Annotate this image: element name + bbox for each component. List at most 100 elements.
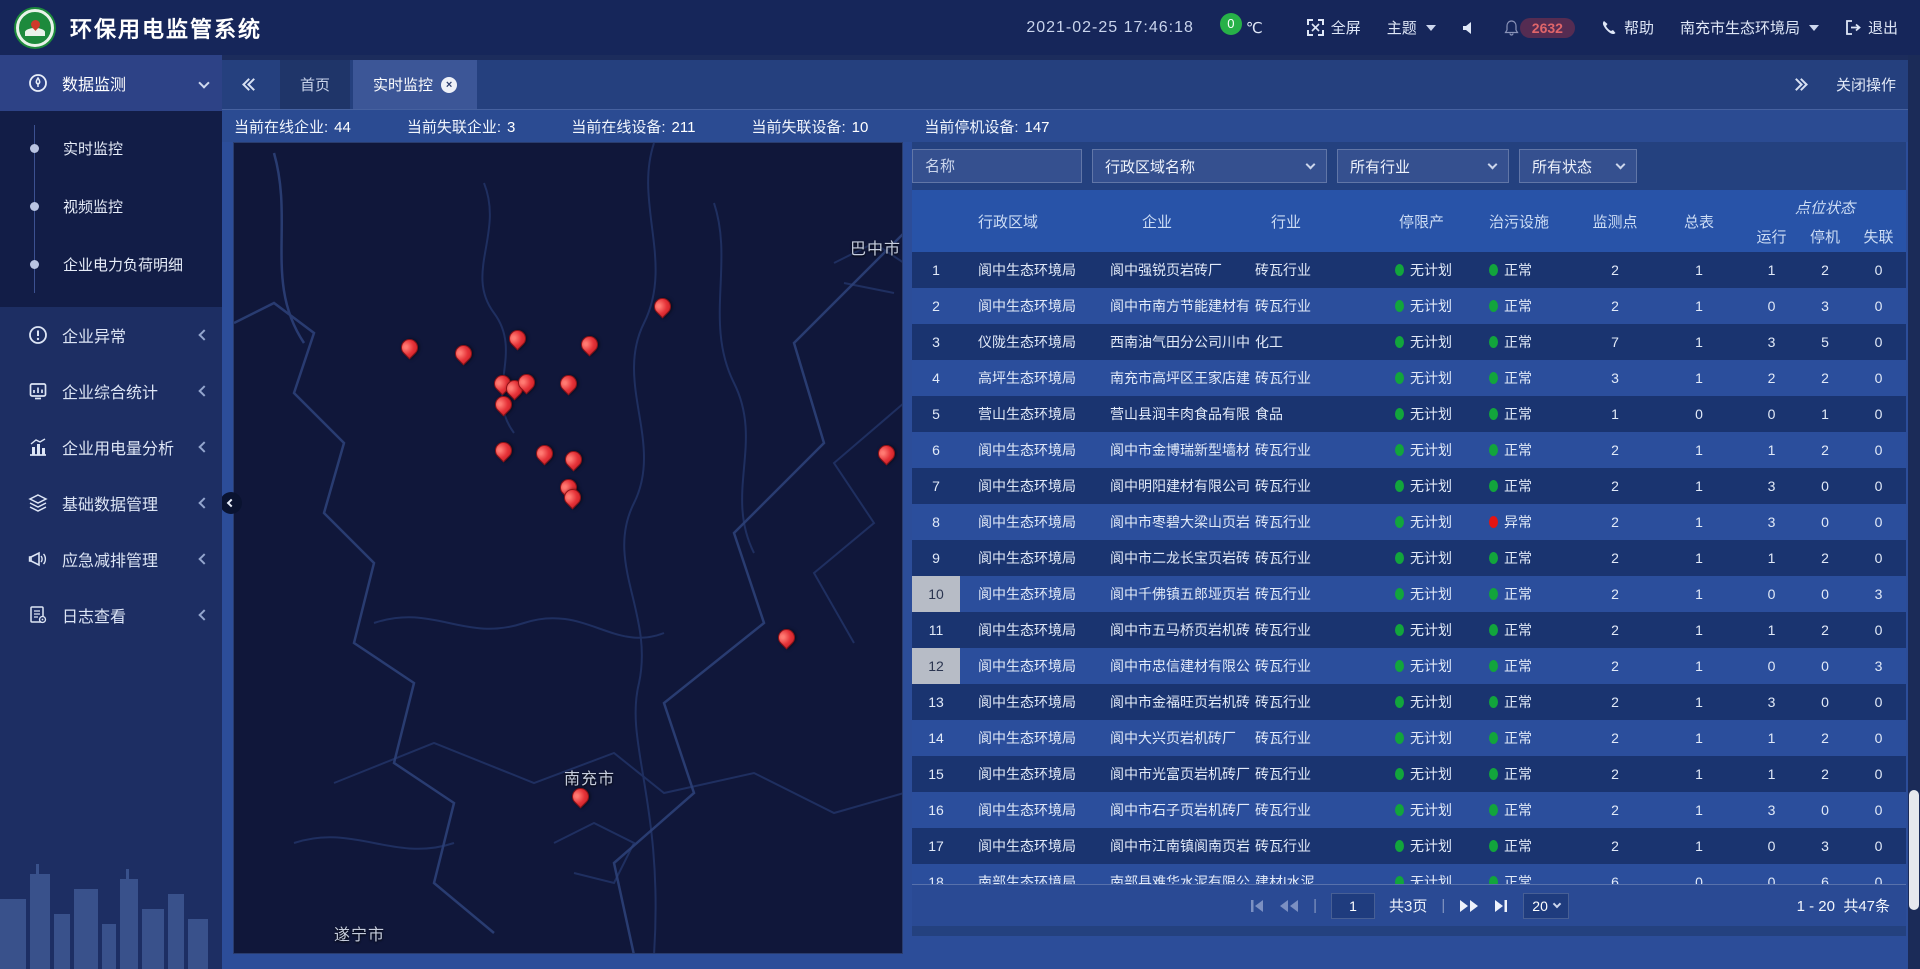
table-row[interactable]: 12阆中生态环境局阆中市忠信建材有限公砖瓦行业无计划正常21003 (912, 648, 1906, 684)
cell-industry: 砖瓦行业 (1253, 476, 1381, 496)
cell-company: 南部县难华水泥有限公 (1108, 872, 1253, 884)
sidebar-item-realtime-monitoring[interactable]: 实时监控 (0, 119, 222, 177)
sidebar-item-base-data[interactable]: 基础数据管理 (0, 475, 222, 531)
status-dot-icon (1489, 480, 1498, 492)
last-page-button[interactable] (1493, 899, 1509, 913)
tab-home[interactable]: 首页 (280, 60, 350, 109)
table-row[interactable]: 4高坪生态环境局南充市高坪区王家店建砖瓦行业无计划正常31220 (912, 360, 1906, 396)
close-icon[interactable]: × (441, 77, 457, 93)
sidebar-item-enterprise-statistics[interactable]: 企业综合统计 (0, 363, 222, 419)
map-pin[interactable] (505, 326, 529, 350)
cell-points: 2 (1576, 766, 1654, 782)
cell-meters: 1 (1654, 442, 1744, 458)
logout-button[interactable]: 退出 (1845, 17, 1898, 38)
cell-meters: 1 (1654, 334, 1744, 350)
map-pin[interactable] (577, 332, 601, 356)
table-row[interactable]: 7阆中生态环境局阆中明阳建材有限公司砖瓦行业无计划正常21300 (912, 468, 1906, 504)
map-pin[interactable] (650, 294, 674, 318)
tabs-scroll-left-button[interactable] (244, 80, 258, 89)
map-pin[interactable] (397, 335, 421, 359)
exit-icon (1845, 20, 1861, 35)
monitor-stats-icon (28, 381, 48, 401)
cell-facility-status: 正常 (1481, 692, 1576, 712)
first-page-button[interactable] (1249, 899, 1265, 913)
table-row[interactable]: 18南部生态环境局南部县难华水泥有限公建材|水泥无计划正常60060 (912, 864, 1906, 884)
main-area: 首页 实时监控 × 关闭操作 当前在线企业:44当前失联企业:3当前在线设备:2… (222, 55, 1920, 969)
help-button[interactable]: 帮助 (1601, 17, 1654, 38)
table-row[interactable]: 17阆中生态环境局阆中市江南镇阆南页岩砖瓦行业无计划正常21030 (912, 828, 1906, 864)
page-number-input[interactable] (1331, 893, 1375, 919)
table-row[interactable]: 10阆中生态环境局阆中千佛镇五郎垭页岩砖瓦行业无计划正常21003 (912, 576, 1906, 612)
map-pin[interactable] (532, 441, 556, 465)
cell-facility-status: 正常 (1481, 764, 1576, 784)
cell-stop: 0 (1799, 802, 1851, 818)
cell-lost: 0 (1851, 298, 1906, 314)
sidebar-item-enterprise-abnormal[interactable]: 企业异常 (0, 307, 222, 363)
cell-stop: 3 (1799, 298, 1851, 314)
tabs-scroll-right-button[interactable] (1792, 80, 1806, 89)
table-row[interactable]: 16阆中生态环境局阆中市石子页岩机砖厂砖瓦行业无计划正常21300 (912, 792, 1906, 828)
name-filter-input[interactable] (912, 149, 1082, 183)
cell-industry: 砖瓦行业 (1253, 296, 1381, 316)
layers-icon (28, 493, 48, 513)
mute-button[interactable] (1462, 21, 1478, 35)
sidebar-item-power-analysis[interactable]: 企业用电量分析 (0, 419, 222, 475)
tabbar-right: 关闭操作 (1792, 74, 1920, 95)
cell-run: 0 (1744, 658, 1799, 674)
next-page-button[interactable] (1459, 899, 1479, 913)
cell-stop: 2 (1799, 622, 1851, 638)
table-row[interactable]: 13阆中生态环境局阆中市金福旺页岩机砖砖瓦行业无计划正常21300 (912, 684, 1906, 720)
cell-region: 阆中生态环境局 (960, 548, 1108, 568)
table-row[interactable]: 6阆中生态环境局阆中市金博瑞新型墙材砖瓦行业无计划正常21120 (912, 432, 1906, 468)
table-row[interactable]: 2阆中生态环境局阆中市南方节能建材有砖瓦行业无计划正常21030 (912, 288, 1906, 324)
sidebar-item-video-monitoring[interactable]: 视频监控 (0, 177, 222, 235)
cell-company: 阆中强锐页岩砖厂 (1108, 260, 1253, 280)
cell-region: 阆中生态环境局 (960, 692, 1108, 712)
table-row[interactable]: 14阆中生态环境局阆中大兴页岩机砖厂砖瓦行业无计划正常21120 (912, 720, 1906, 756)
table-row[interactable]: 5营山生态环境局营山县润丰肉食品有限食品无计划正常10010 (912, 396, 1906, 432)
table-row[interactable]: 11阆中生态环境局阆中市五马桥页岩机砖砖瓦行业无计划正常21120 (912, 612, 1906, 648)
prev-page-button[interactable] (1279, 899, 1299, 913)
map-pin[interactable] (874, 441, 898, 465)
cell-points: 1 (1576, 406, 1654, 422)
notifications[interactable]: 2632 (1504, 18, 1575, 38)
cell-limit-status: 无计划 (1381, 512, 1481, 532)
org-dropdown[interactable]: 南充市生态环境局 (1680, 17, 1819, 38)
panel-collapse-button[interactable] (220, 492, 242, 514)
map-pin[interactable] (561, 447, 585, 471)
page-size-select[interactable]: 20 (1523, 893, 1569, 919)
status-filter-select[interactable]: 所有状态 (1519, 149, 1637, 183)
region-filter-select[interactable]: 行政区域名称 (1092, 149, 1327, 183)
fullscreen-button[interactable]: 全屏 (1307, 17, 1361, 38)
status-dot-icon (1395, 372, 1404, 384)
sidebar-item-emergency-reduction[interactable]: 应急减排管理 (0, 531, 222, 587)
tab-realtime-monitoring[interactable]: 实时监控 × (353, 60, 477, 109)
map-pin[interactable] (774, 625, 798, 649)
sidebar-item-data-monitoring[interactable]: 数据监测 (0, 55, 222, 111)
map-panel[interactable]: 巴中市南充市遂宁市 (233, 142, 903, 954)
table-row[interactable]: 9阆中生态环境局阆中市二龙长宝页岩砖砖瓦行业无计划正常21120 (912, 540, 1906, 576)
sidebar-item-log-view[interactable]: 日志查看 (0, 587, 222, 643)
cell-points: 2 (1576, 262, 1654, 278)
chevron-down-icon (1488, 159, 1498, 169)
cell-industry: 砖瓦行业 (1253, 584, 1381, 604)
table-row[interactable]: 8阆中生态环境局阆中市枣碧大梁山页岩砖瓦行业无计划异常21300 (912, 504, 1906, 540)
sidebar-item-power-load-detail[interactable]: 企业电力负荷明细 (0, 235, 222, 293)
enterprise-panel: 行政区域名称 所有行业 所有状态 行政区域 企业 行业 停限产 治污设施 (912, 142, 1906, 936)
cell-run: 1 (1744, 766, 1799, 782)
industry-filter-select[interactable]: 所有行业 (1337, 149, 1509, 183)
table-row[interactable]: 15阆中生态环境局阆中市光富页岩机砖厂砖瓦行业无计划正常21120 (912, 756, 1906, 792)
map-pin[interactable] (556, 371, 580, 395)
map-pin[interactable] (491, 438, 515, 462)
cell-limit-status: 无计划 (1381, 476, 1481, 496)
scrollbar-thumb[interactable] (1909, 790, 1919, 910)
col-limit: 停限产 (1381, 190, 1481, 252)
close-operations-button[interactable]: 关闭操作 (1836, 74, 1896, 95)
theme-dropdown[interactable]: 主题 (1387, 17, 1436, 38)
cell-company: 营山县润丰肉食品有限 (1108, 404, 1253, 424)
page-scrollbar[interactable] (1908, 55, 1920, 969)
cell-lost: 0 (1851, 550, 1906, 566)
table-row[interactable]: 1阆中生态环境局阆中强锐页岩砖厂砖瓦行业无计划正常21120 (912, 252, 1906, 288)
table-row[interactable]: 3仪陇生态环境局西南油气田分公司川中化工无计划正常71350 (912, 324, 1906, 360)
map-pin[interactable] (451, 341, 475, 365)
